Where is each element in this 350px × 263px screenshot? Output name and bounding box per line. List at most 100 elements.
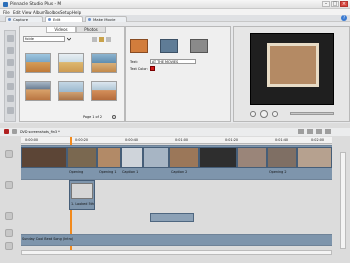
transitions-icon[interactable] — [7, 47, 14, 54]
tab-edit[interactable]: Edit — [45, 16, 83, 22]
photo-thumbnail[interactable] — [58, 53, 84, 73]
toolbar-icon[interactable] — [298, 129, 304, 134]
title-thumbnail — [71, 183, 93, 199]
title-text-value: AT THE MOVIES — [152, 60, 179, 65]
title-preset-thumbnail[interactable] — [190, 39, 208, 53]
app-icon — [3, 2, 8, 7]
music-icon[interactable] — [7, 107, 14, 114]
music-clip-label: Sunday Cool Beat Song (Intro) — [22, 237, 74, 241]
tab-make-movie-label: Make Movie — [93, 17, 116, 22]
scrubber[interactable] — [290, 112, 334, 115]
title-preset-thumbnail[interactable] — [160, 39, 178, 53]
vertical-scrollbar[interactable] — [340, 152, 346, 249]
album-toolbar — [4, 30, 16, 122]
music-track-icon[interactable] — [5, 242, 13, 250]
titles-icon[interactable] — [7, 59, 14, 66]
menu-edit[interactable]: Edit — [13, 10, 21, 15]
video-album-icon[interactable] — [7, 35, 14, 42]
preview-photo — [267, 43, 319, 87]
menu-file[interactable]: File — [3, 10, 10, 15]
clip-label: Opening — [69, 170, 84, 174]
ruler-tick: 0:02:00 — [311, 138, 325, 142]
play-icon[interactable] — [260, 110, 268, 118]
preview-screen — [250, 33, 334, 105]
rewind-icon[interactable] — [250, 111, 256, 117]
make-movie-icon — [87, 18, 91, 21]
mode-tabs: Capture Edit Make Movie — [0, 15, 350, 22]
folder-select[interactable]: foide — [23, 36, 65, 42]
folder-icon[interactable] — [99, 37, 104, 42]
minimize-button[interactable]: – — [322, 1, 330, 7]
ruler-tick: 0:01:20 — [225, 138, 239, 142]
tab-capture[interactable]: Capture — [5, 16, 43, 22]
ruler-tick: 0:01:00 — [175, 138, 189, 142]
menu-album[interactable]: Album — [33, 10, 46, 15]
video-clip[interactable] — [143, 147, 169, 168]
music-track: Sunday Cool Beat Song (Intro) — [21, 234, 332, 246]
video-clip[interactable] — [121, 147, 143, 168]
tab-videos[interactable]: Videos — [46, 27, 76, 33]
ruler-tick: 0:00:40 — [125, 138, 139, 142]
sound-track-icon[interactable] — [5, 229, 13, 237]
toolbar-icon[interactable] — [307, 129, 313, 134]
photos-icon[interactable] — [7, 71, 14, 78]
title-bar: Pinnacle Studio Plus - M – □ × — [0, 0, 350, 9]
folder-select-value: foide — [25, 37, 34, 41]
photo-thumbnail[interactable] — [25, 81, 51, 101]
refresh-icon[interactable] — [106, 37, 111, 42]
trash-icon[interactable] — [12, 129, 17, 134]
window-title: Pinnacle Studio Plus - M — [10, 2, 62, 7]
close-button[interactable]: × — [340, 1, 348, 7]
folder-up-icon[interactable] — [92, 37, 97, 42]
video-track: Opening Opening 1 Caption 1 Caption 2 Op… — [21, 145, 332, 180]
tab-edit-label: Edit — [53, 17, 61, 22]
video-clip[interactable] — [97, 147, 121, 168]
title-preset-thumbnail[interactable] — [130, 39, 148, 53]
sound-clip[interactable] — [150, 213, 194, 222]
tab-make-movie[interactable]: Make Movie — [85, 16, 127, 22]
clip-label: Caption 2 — [171, 170, 188, 174]
sound-effects-icon[interactable] — [7, 95, 14, 102]
timeline-toolbar: DVD screenshots_fin3 * — [0, 128, 350, 136]
capture-icon — [7, 18, 11, 21]
video-clip[interactable] — [237, 147, 267, 168]
horizontal-scrollbar[interactable] — [21, 250, 332, 255]
ruler-tick: 0:01:40 — [275, 138, 289, 142]
text-color-swatch[interactable] — [150, 66, 155, 71]
title-track-icon[interactable] — [5, 212, 13, 220]
text-label: Text: — [130, 60, 138, 64]
menu-view[interactable]: View — [22, 10, 32, 15]
library-panel: Videos Photos foide Page 1 of 2 — [19, 26, 125, 122]
ruler-tick: 0:00:00 — [25, 138, 39, 142]
tab-photos[interactable]: Photos — [76, 27, 106, 33]
toolbar-icon[interactable] — [325, 129, 331, 134]
scissors-icon[interactable] — [4, 129, 9, 134]
photo-thumbnail[interactable] — [91, 81, 117, 101]
video-clip[interactable] — [67, 147, 97, 168]
title-overlay-clip[interactable]: 1. Looked 5th — [69, 180, 95, 210]
toolbar-icon[interactable] — [316, 129, 322, 134]
video-clip[interactable] — [297, 147, 332, 168]
video-track-icon[interactable] — [5, 150, 13, 158]
video-clip[interactable] — [169, 147, 199, 168]
maximize-button[interactable]: □ — [331, 1, 339, 7]
video-clip[interactable] — [199, 147, 237, 168]
audio-track-icon[interactable] — [5, 181, 13, 189]
menu-help[interactable]: Help — [72, 10, 81, 15]
menus-icon[interactable] — [7, 83, 14, 90]
title-text-input[interactable]: AT THE MOVIES — [150, 59, 196, 64]
video-clip[interactable] — [21, 147, 67, 168]
photo-thumbnail[interactable] — [58, 81, 84, 101]
help-button[interactable]: ? — [341, 15, 347, 21]
menu-toolbox[interactable]: Toolbox — [45, 10, 60, 15]
fast-forward-icon[interactable] — [272, 111, 278, 117]
photo-thumbnail[interactable] — [91, 53, 117, 73]
chevron-down-icon[interactable] — [66, 37, 72, 41]
photo-thumbnail[interactable] — [25, 53, 51, 73]
edit-icon — [47, 18, 51, 21]
next-page-icon[interactable] — [112, 115, 116, 119]
time-ruler[interactable]: 0:00:00 0:00:20 0:00:40 0:01:00 0:01:20 … — [21, 137, 332, 144]
clip-label: Opening 2 — [269, 170, 287, 174]
video-clip[interactable] — [267, 147, 297, 168]
menu-setup[interactable]: Setup — [60, 10, 72, 15]
